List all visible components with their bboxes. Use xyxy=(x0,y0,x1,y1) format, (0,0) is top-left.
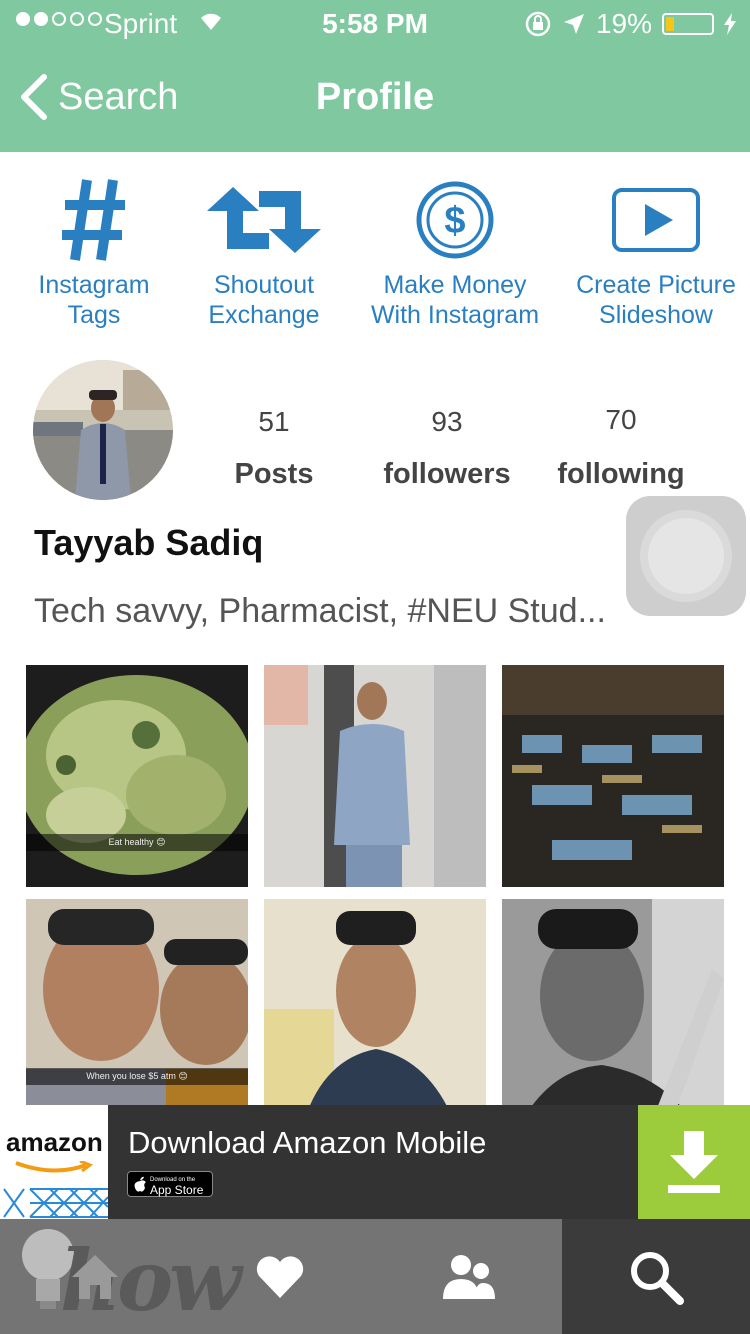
photo-tile[interactable] xyxy=(502,899,724,1121)
tool-label: Exchange xyxy=(208,301,320,329)
bw-portrait-photo xyxy=(502,899,724,1121)
location-arrow-icon xyxy=(563,14,584,34)
tab-search[interactable] xyxy=(562,1219,750,1334)
tool-label: Shoutout xyxy=(213,271,315,299)
shopping-cart-icon xyxy=(3,1188,108,1218)
selfie-two-men-photo xyxy=(26,899,248,1121)
amazon-smile-icon xyxy=(15,1161,94,1173)
status-right: 19% xyxy=(524,8,736,40)
photo-tile[interactable] xyxy=(264,665,486,887)
tab-home[interactable] xyxy=(40,1219,150,1334)
salad-photo xyxy=(26,665,248,887)
amazon-logo: amazon xyxy=(0,1105,108,1219)
following-label: following xyxy=(557,458,685,490)
photo-caption: When you lose $5 atm 😊 xyxy=(26,1068,248,1085)
charging-bolt-icon xyxy=(724,13,736,35)
tool-label: Tags xyxy=(67,301,121,329)
navigation-bar: Search Profile xyxy=(0,60,750,140)
casino-photo xyxy=(502,665,724,887)
followers-count: 93 xyxy=(431,406,463,437)
standing-man-photo xyxy=(264,665,486,887)
ad-headline: Download Amazon Mobile xyxy=(128,1125,487,1160)
tool-label: Slideshow xyxy=(599,301,713,329)
dollar-circle-icon: $ xyxy=(416,181,494,259)
photo-caption: Eat healthy 😊 xyxy=(26,834,248,851)
tool-make-money[interactable]: $ Make Money With Instagram xyxy=(360,170,550,330)
battery-icon xyxy=(662,13,714,35)
rotation-lock-icon xyxy=(525,11,551,37)
download-button[interactable] xyxy=(638,1105,750,1219)
people-icon xyxy=(443,1254,495,1299)
status-bar: Sprint 5:58 PM 19% xyxy=(0,0,750,50)
posts-count: 51 xyxy=(258,406,290,437)
download-arrow-icon xyxy=(668,1131,720,1193)
portrait-photo xyxy=(264,899,486,1121)
followers-stat[interactable]: 93 followers xyxy=(372,406,522,491)
search-icon xyxy=(631,1251,684,1305)
tool-create-slideshow[interactable]: Create Picture Slideshow xyxy=(564,170,748,330)
amazon-ad-banner[interactable]: amazon Download Amazon Mobile Download o… xyxy=(0,1105,750,1219)
tool-instagram-tags[interactable]: Instagram Tags xyxy=(24,170,164,330)
posts-label: Posts xyxy=(234,458,314,490)
exchange-arrows-icon xyxy=(207,187,321,253)
page-title: Profile xyxy=(315,76,435,118)
amazon-logo-text: amazon xyxy=(6,1127,103,1157)
photo-tile[interactable] xyxy=(264,899,486,1121)
tool-shoutout-exchange[interactable]: Shoutout Exchange xyxy=(194,170,334,330)
home-icon xyxy=(72,1254,118,1299)
tab-people[interactable] xyxy=(414,1219,524,1334)
svg-text:$: $ xyxy=(444,200,465,242)
followers-label: followers xyxy=(383,458,511,490)
avatar-photo xyxy=(33,360,173,500)
photo-tile[interactable]: When you lose $5 atm 😊 xyxy=(26,899,248,1121)
play-icon xyxy=(612,188,700,252)
tab-bar: how xyxy=(0,1219,750,1334)
apple-logo-icon xyxy=(134,1176,146,1192)
following-count: 70 xyxy=(605,404,637,435)
tool-shortcuts: Instagram Tags Shoutout Exchange $ Make … xyxy=(0,170,750,350)
hashtag-icon xyxy=(62,179,125,261)
assistive-touch-button[interactable] xyxy=(626,496,746,616)
battery-percent: 19% xyxy=(595,8,652,39)
badge-big-text: App Store xyxy=(150,1183,204,1197)
photo-tile[interactable] xyxy=(502,665,724,887)
tool-label: Make Money xyxy=(383,271,527,299)
heart-icon xyxy=(256,1255,304,1298)
profile-name: Tayyab Sadiq xyxy=(34,522,264,563)
tab-favorites[interactable] xyxy=(225,1219,335,1334)
top-bar: Sprint 5:58 PM 19% Search Profile xyxy=(0,0,750,152)
photo-tile[interactable]: Eat healthy 😊 xyxy=(26,665,248,887)
tool-label: With Instagram xyxy=(370,301,540,329)
profile-bio: Tech savvy, Pharmacist, #NEU Stud... xyxy=(34,592,606,630)
posts-stat[interactable]: 51 Posts xyxy=(214,406,334,491)
avatar[interactable] xyxy=(33,360,173,500)
following-stat[interactable]: 70 following xyxy=(545,404,697,491)
app-store-badge: Download on the App Store xyxy=(127,1171,213,1197)
tool-label: Create Picture xyxy=(576,271,736,299)
tool-label: Instagram xyxy=(38,271,150,299)
